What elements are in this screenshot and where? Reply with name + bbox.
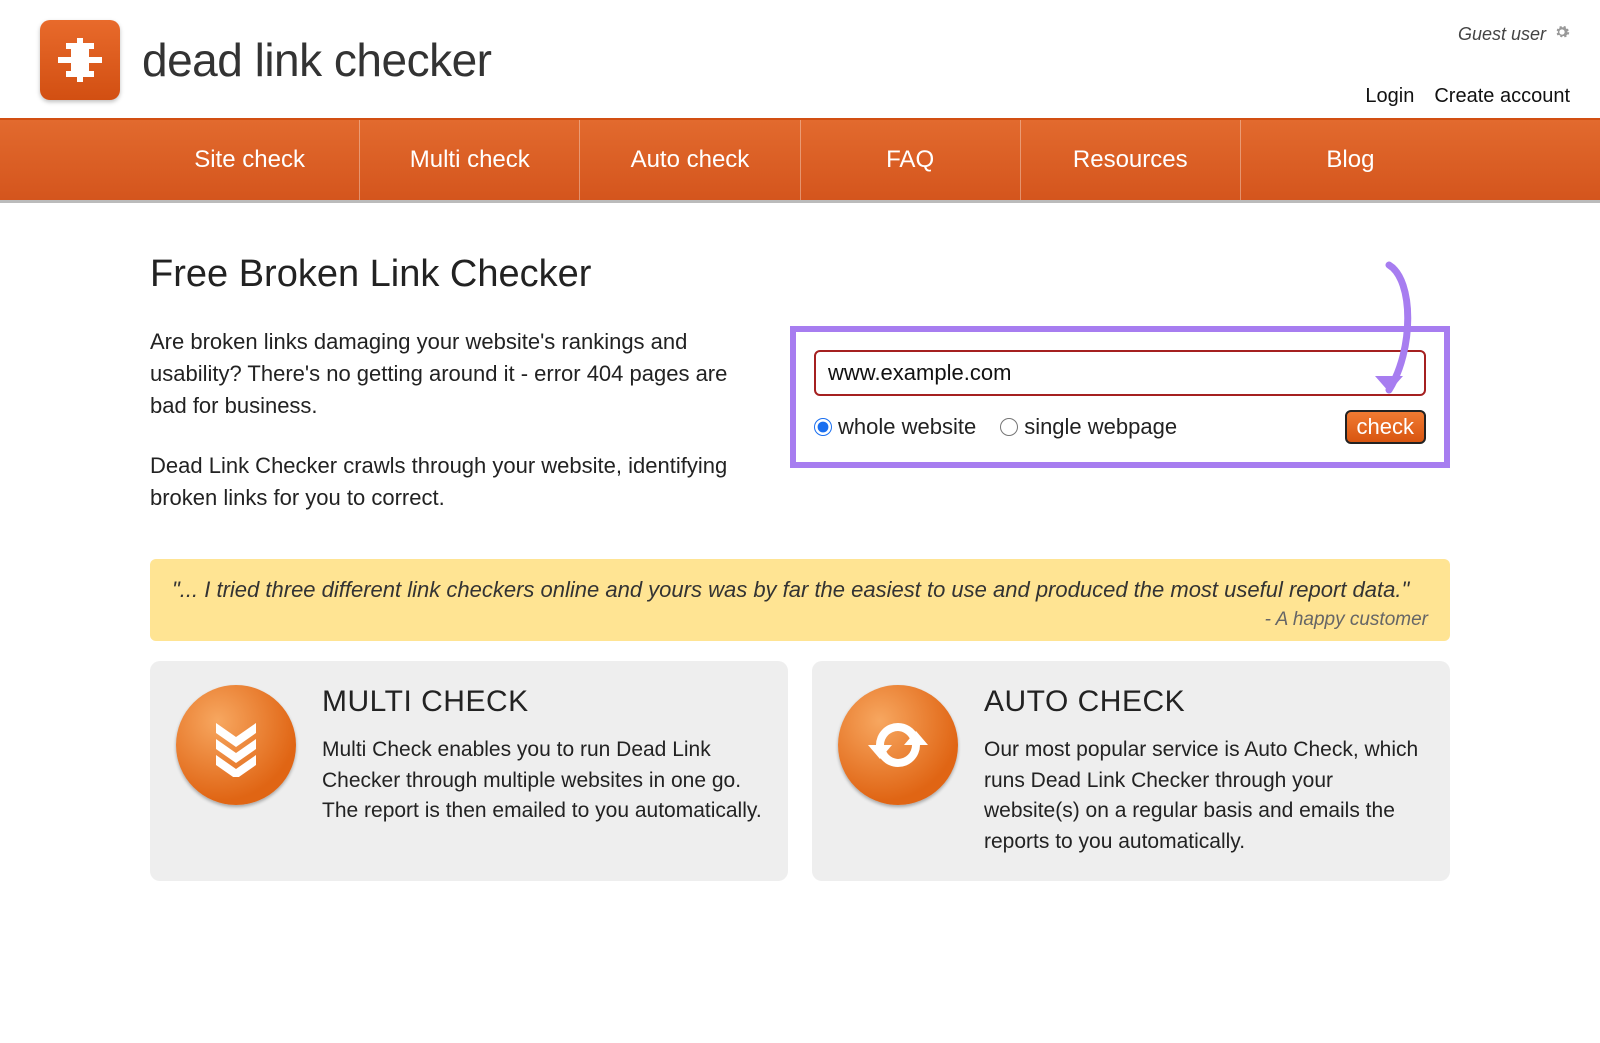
chevrons-down-icon (176, 685, 296, 805)
check-panel: whole website single webpage check (790, 326, 1450, 468)
check-button[interactable]: check (1345, 410, 1426, 444)
logo-icon (40, 20, 120, 100)
card-multi-body: Multi Check enables you to run Dead Link… (322, 735, 762, 826)
gear-icon[interactable] (1554, 24, 1570, 45)
site-title: dead link checker (142, 33, 491, 87)
url-input[interactable] (814, 350, 1426, 396)
testimonial-attrib: - A happy customer (172, 609, 1428, 631)
main-content: Free Broken Link Checker Are broken link… (140, 253, 1460, 881)
testimonial: "... I tried three different link checke… (150, 559, 1450, 641)
intro-para-2: Dead Link Checker crawls through your we… (150, 450, 750, 514)
nav-resources[interactable]: Resources (1021, 120, 1241, 200)
radio-whole-website[interactable]: whole website (814, 414, 976, 440)
main-nav: Site check Multi check Auto check FAQ Re… (0, 118, 1600, 203)
radio-single-webpage-label: single webpage (1024, 414, 1177, 440)
intro-para-1: Are broken links damaging your website's… (150, 326, 750, 422)
card-auto-check[interactable]: AUTO CHECK Our most popular service is A… (812, 661, 1450, 881)
card-multi-title: MULTI CHECK (322, 685, 762, 719)
logo[interactable]: dead link checker (40, 20, 491, 100)
nav-site-check[interactable]: Site check (140, 120, 360, 200)
nav-auto-check[interactable]: Auto check (580, 120, 800, 200)
guest-user-text: Guest user (1458, 24, 1546, 45)
card-multi-check[interactable]: MULTI CHECK Multi Check enables you to r… (150, 661, 788, 881)
guest-user-label: Guest user (1458, 24, 1570, 45)
radio-whole-website-label: whole website (838, 414, 976, 440)
refresh-icon (838, 685, 958, 805)
testimonial-quote: "... I tried three different link checke… (172, 577, 1428, 603)
login-link[interactable]: Login (1365, 85, 1414, 108)
nav-faq[interactable]: FAQ (801, 120, 1021, 200)
radio-single-webpage-input[interactable] (1000, 418, 1018, 436)
card-auto-body: Our most popular service is Auto Check, … (984, 735, 1424, 857)
page-title: Free Broken Link Checker (150, 253, 1450, 296)
radio-whole-website-input[interactable] (814, 418, 832, 436)
radio-single-webpage[interactable]: single webpage (1000, 414, 1177, 440)
nav-multi-check[interactable]: Multi check (360, 120, 580, 200)
card-auto-title: AUTO CHECK (984, 685, 1424, 719)
intro-text: Are broken links damaging your website's… (150, 326, 750, 541)
nav-blog[interactable]: Blog (1241, 120, 1460, 200)
header: dead link checker Guest user Login Creat… (0, 0, 1600, 118)
create-account-link[interactable]: Create account (1434, 85, 1570, 108)
